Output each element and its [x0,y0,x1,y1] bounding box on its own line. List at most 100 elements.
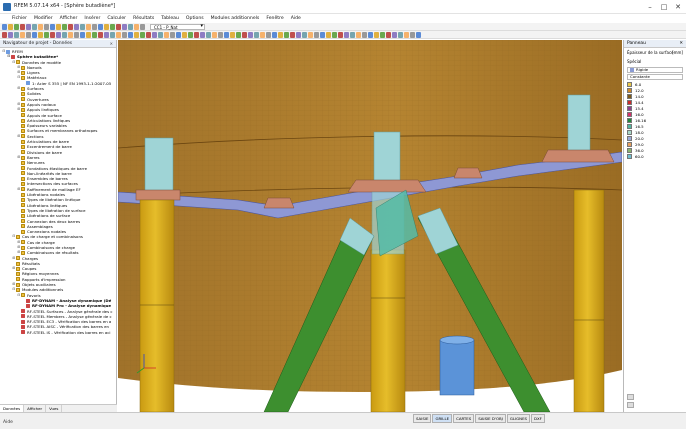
toolbar-button-icon[interactable] [392,32,397,38]
toolbar-button-icon[interactable] [284,32,289,38]
toolbar-button-icon[interactable] [356,32,361,38]
toolbar-button-icon[interactable] [302,32,307,38]
menu-item-7[interactable]: Options [186,16,204,21]
status-toggle-button[interactable]: DXF [531,414,545,423]
toolbar-button-icon[interactable] [110,24,115,30]
toolbar-button-icon[interactable] [194,32,199,38]
toolbar-button-icon[interactable] [44,24,49,30]
close-button[interactable]: ✕ [671,1,685,12]
toolbar-button-icon[interactable] [308,32,313,38]
toolbar-button-icon[interactable] [98,32,103,38]
help-icon[interactable] [627,394,634,400]
toolbar-button-icon[interactable] [224,32,229,38]
toolbar-button-icon[interactable] [14,24,19,30]
toolbar-button-icon[interactable] [86,24,91,30]
toolbar-button-icon[interactable] [140,32,145,38]
loadcase-select[interactable]: CC1 - P_Nat [150,24,205,30]
toolbar-button-icon[interactable] [80,32,85,38]
toolbar-button-icon[interactable] [104,32,109,38]
maximize-button[interactable]: □ [657,1,671,12]
tree-item[interactable]: RF-STEEL IS - Vérification des barres en… [0,330,116,335]
toolbar-button-icon[interactable] [182,32,187,38]
toolbar-button-icon[interactable] [110,32,115,38]
status-toggle-button[interactable]: GRILLE [432,414,453,423]
toolbar-button-icon[interactable] [230,32,235,38]
toolbar-button-icon[interactable] [32,32,37,38]
toolbar-button-icon[interactable] [98,24,103,30]
navigator-tab[interactable]: Afficher [24,405,47,412]
toolbar-button-icon[interactable] [74,32,79,38]
toolbar-button-icon[interactable] [32,24,37,30]
toolbar-button-icon[interactable] [38,32,43,38]
toolbar-button-icon[interactable] [218,32,223,38]
toolbar-button-icon[interactable] [410,32,415,38]
toolbar-button-icon[interactable] [122,32,127,38]
menu-item-8[interactable]: Modules additionnels [211,16,260,21]
toolbar-button-icon[interactable] [134,24,139,30]
toolbar-button-icon[interactable] [146,32,151,38]
toolbar-button-icon[interactable] [8,24,13,30]
settings-icon[interactable] [627,402,634,408]
toolbar-button-icon[interactable] [380,32,385,38]
toolbar-button-icon[interactable] [56,32,61,38]
toolbar-button-icon[interactable] [122,24,127,30]
navigator-close-icon[interactable]: ✕ [110,41,113,46]
toolbar-button-icon[interactable] [176,32,181,38]
toolbar-button-icon[interactable] [38,24,43,30]
toolbar-button-icon[interactable] [20,24,25,30]
menu-item-1[interactable]: Modifier [34,16,53,21]
menu-item-3[interactable]: Insérer [84,16,100,21]
toolbar-button-icon[interactable] [140,24,145,30]
toolbar-button-icon[interactable] [158,32,163,38]
navigator-tab[interactable]: Données [0,405,25,412]
toolbar-button-icon[interactable] [92,32,97,38]
status-toggle-button[interactable]: SAISIE [413,414,432,423]
toolbar-button-icon[interactable] [248,32,253,38]
toolbar-button-icon[interactable] [68,32,73,38]
panel-constant-select[interactable]: Constante [627,74,683,80]
toolbar-button-icon[interactable] [50,24,55,30]
toolbar-button-icon[interactable] [128,32,133,38]
toolbar-button-icon[interactable] [278,32,283,38]
toolbar-button-icon[interactable] [326,32,331,38]
3d-model-viewport[interactable] [118,40,622,412]
menu-item-9[interactable]: Fenêtre [266,16,283,21]
toolbar-button-icon[interactable] [74,24,79,30]
menu-item-5[interactable]: Résultats [133,16,154,21]
toolbar-button-icon[interactable] [44,32,49,38]
toolbar-button-icon[interactable] [344,32,349,38]
toolbar-button-icon[interactable] [80,24,85,30]
panel-mode-select[interactable]: Rigide [627,67,683,73]
toolbar-button-icon[interactable] [26,32,31,38]
menu-item-0[interactable]: Fichier [12,16,27,21]
toolbar-button-icon[interactable] [86,32,91,38]
toolbar-button-icon[interactable] [206,32,211,38]
toolbar-button-icon[interactable] [398,32,403,38]
menu-item-10[interactable]: Aide [291,16,301,21]
toolbar-button-icon[interactable] [134,32,139,38]
toolbar-button-icon[interactable] [128,24,133,30]
toolbar-button-icon[interactable] [116,32,121,38]
toolbar-button-icon[interactable] [350,32,355,38]
toolbar-button-icon[interactable] [116,24,121,30]
toolbar-button-icon[interactable] [2,32,7,38]
toolbar-button-icon[interactable] [14,32,19,38]
toolbar-button-icon[interactable] [26,24,31,30]
toolbar-button-icon[interactable] [332,32,337,38]
menu-item-6[interactable]: Tableau [161,16,179,21]
toolbar-button-icon[interactable] [2,24,7,30]
toolbar-button-icon[interactable] [50,32,55,38]
menu-item-2[interactable]: Afficher [60,16,78,21]
toolbar-button-icon[interactable] [416,32,421,38]
toolbar-button-icon[interactable] [404,32,409,38]
minimize-button[interactable]: – [643,1,657,12]
toolbar-button-icon[interactable] [200,32,205,38]
status-toggle-button[interactable]: CARTES [453,414,475,423]
toolbar-button-icon[interactable] [374,32,379,38]
toolbar-button-icon[interactable] [104,24,109,30]
toolbar-button-icon[interactable] [236,32,241,38]
toolbar-button-icon[interactable] [260,32,265,38]
toolbar-button-icon[interactable] [20,32,25,38]
toolbar-button-icon[interactable] [386,32,391,38]
toolbar-button-icon[interactable] [338,32,343,38]
